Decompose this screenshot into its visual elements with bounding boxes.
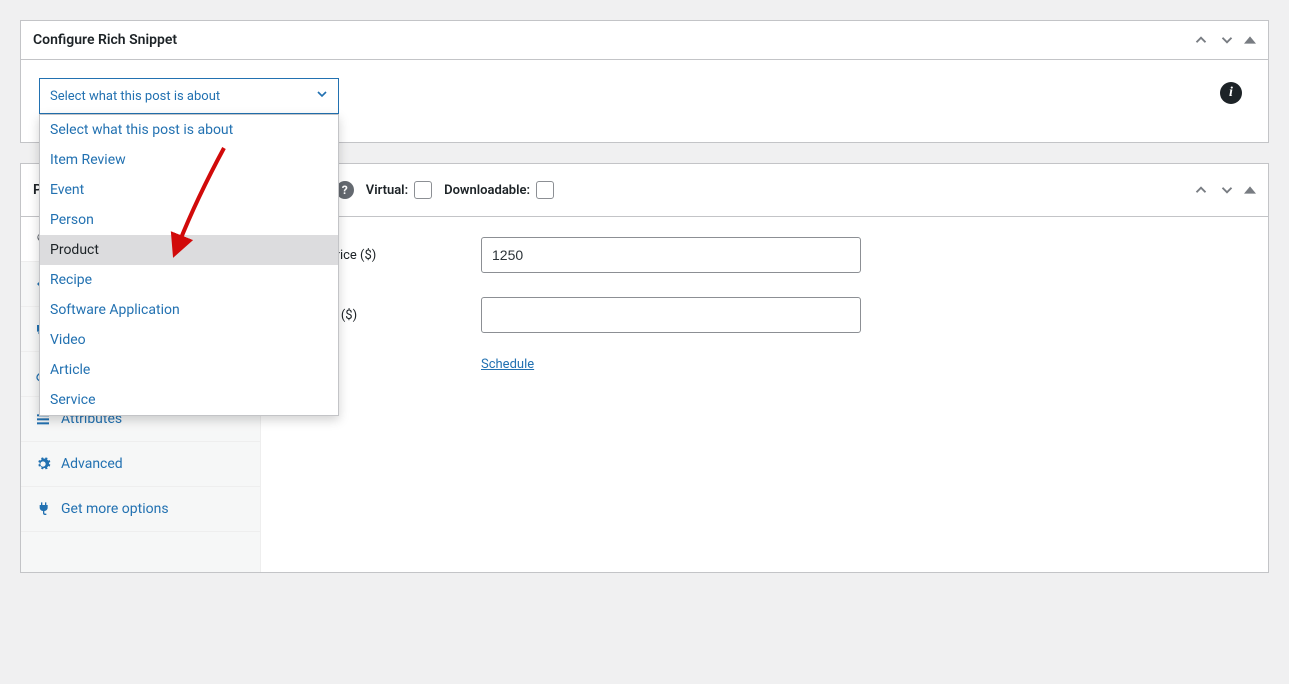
- dropdown-option-select-what-this-post-is-about[interactable]: Select what this post is about: [40, 115, 338, 145]
- virtual-checkbox[interactable]: [414, 181, 432, 199]
- rich-snippet-panel: Configure Rich Snippet i Select what thi…: [20, 20, 1269, 143]
- panel-move-down-icon[interactable]: [1218, 31, 1236, 49]
- tab-get-more-options[interactable]: Get more options: [21, 487, 260, 532]
- panel-move-down-icon[interactable]: [1218, 181, 1236, 199]
- post-type-select-box[interactable]: Select what this post is about: [39, 78, 339, 114]
- dropdown-option-service[interactable]: Service: [40, 385, 338, 415]
- tab-advanced[interactable]: Advanced: [21, 442, 260, 487]
- panel-header-controls: [1192, 31, 1256, 49]
- rich-snippet-header: Configure Rich Snippet: [21, 21, 1268, 60]
- product-general-content: Regular price ($) Sale price ($) Schedul…: [261, 217, 1268, 572]
- panel-move-up-icon[interactable]: [1192, 31, 1210, 49]
- post-type-dropdown: Select what this post is aboutItem Revie…: [39, 114, 339, 416]
- schedule-link[interactable]: Schedule: [481, 357, 534, 372]
- dropdown-option-event[interactable]: Event: [40, 175, 338, 205]
- virtual-label: Virtual:: [366, 181, 432, 199]
- dropdown-option-software-application[interactable]: Software Application: [40, 295, 338, 325]
- rich-snippet-body: i Select what this post is about Select …: [21, 60, 1268, 142]
- sale-price-row: Sale price ($): [281, 297, 1248, 333]
- panel-move-up-icon[interactable]: [1192, 181, 1210, 199]
- dropdown-option-article[interactable]: Article: [40, 355, 338, 385]
- chevron-down-icon: [314, 86, 330, 106]
- tab-label: Get more options: [61, 501, 169, 517]
- panel-toggle-icon[interactable]: [1244, 184, 1256, 196]
- panel-toggle-icon[interactable]: [1244, 34, 1256, 46]
- post-type-select[interactable]: Select what this post is about Select wh…: [39, 78, 339, 114]
- dropdown-option-video[interactable]: Video: [40, 325, 338, 355]
- dropdown-option-person[interactable]: Person: [40, 205, 338, 235]
- regular-price-row: Regular price ($): [281, 237, 1248, 273]
- plug-icon: [35, 501, 51, 517]
- dropdown-option-item-review[interactable]: Item Review: [40, 145, 338, 175]
- panel-header-controls: [1192, 181, 1256, 199]
- dropdown-option-product[interactable]: Product: [40, 235, 338, 265]
- gear-icon: [35, 456, 51, 472]
- dropdown-option-recipe[interactable]: Recipe: [40, 265, 338, 295]
- downloadable-checkbox[interactable]: [536, 181, 554, 199]
- tab-label: Advanced: [61, 456, 123, 472]
- downloadable-label: Downloadable:: [444, 181, 554, 199]
- info-icon[interactable]: i: [1220, 82, 1242, 104]
- post-type-select-label: Select what this post is about: [50, 89, 220, 104]
- sale-price-input[interactable]: [481, 297, 861, 333]
- rich-snippet-title: Configure Rich Snippet: [33, 32, 177, 48]
- regular-price-input[interactable]: [481, 237, 861, 273]
